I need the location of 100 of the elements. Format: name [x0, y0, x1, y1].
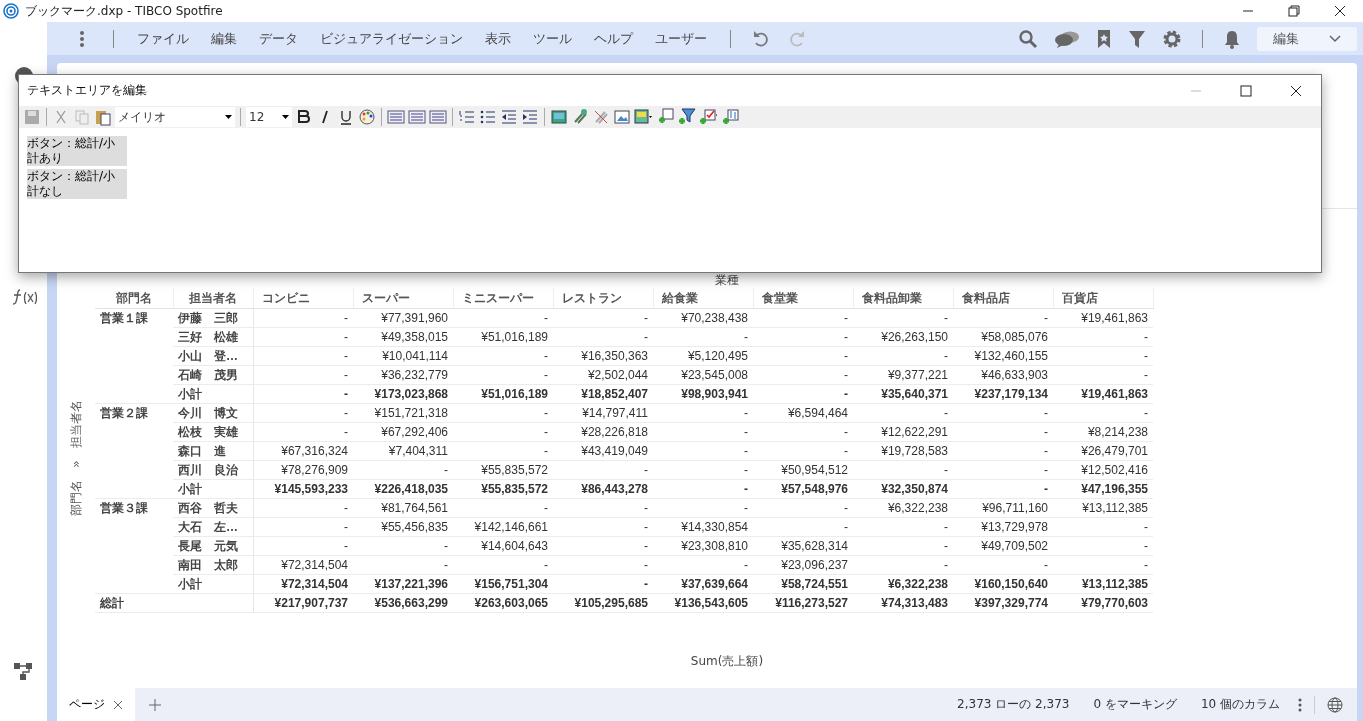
bookmark-icon[interactable]: [1096, 28, 1112, 49]
row-count: 2,373 ローの 2,373: [957, 696, 1070, 713]
axis-label[interactable]: 部門名 » 担当者名: [67, 400, 85, 516]
menu-item[interactable]: 表示: [474, 29, 522, 48]
table-cell: ¥14,797,411: [553, 403, 653, 423]
table-cell: ¥78,276,909: [253, 460, 353, 480]
table-cell: -: [953, 441, 1053, 461]
table-cell: -: [453, 308, 553, 328]
table-cell: -: [353, 460, 453, 480]
palette-icon[interactable]: [358, 108, 376, 126]
text-block[interactable]: ボタン：総計/小計なし: [27, 169, 127, 199]
function-icon[interactable]: [10, 288, 37, 306]
notification-icon[interactable]: [1223, 28, 1241, 49]
more-icon[interactable]: [79, 29, 85, 48]
marked-count: 0 をマーキング: [1093, 696, 1177, 713]
globe-icon[interactable]: [1327, 696, 1343, 713]
table-cell: -: [853, 403, 953, 423]
align-left-icon[interactable]: [387, 108, 405, 126]
add-page-icon[interactable]: [149, 698, 161, 711]
close-icon[interactable]: [1334, 5, 1346, 17]
row-header: 今川 博文: [173, 403, 253, 423]
table-cell: -: [853, 308, 953, 328]
align-center-icon[interactable]: [408, 108, 426, 126]
hierarchy-icon[interactable]: [13, 661, 33, 681]
table-cell: ¥26,263,150: [853, 327, 953, 347]
maximize-icon[interactable]: [1240, 84, 1252, 97]
column-header: ミニスーパー: [453, 288, 553, 309]
font-select[interactable]: メイリオ: [115, 107, 235, 127]
table-cell: -: [253, 365, 353, 385]
menu-item[interactable]: ユーザー: [644, 29, 718, 48]
link-icon[interactable]: [571, 108, 589, 126]
unlink-icon[interactable]: [592, 108, 610, 126]
add-sort-icon[interactable]: [722, 108, 742, 126]
menu-item[interactable]: ファイル: [126, 29, 200, 48]
table-cell: -: [453, 422, 553, 442]
filter-icon[interactable]: [1128, 28, 1146, 49]
table-cell: -: [853, 517, 953, 537]
table-cell: -: [553, 536, 653, 556]
table-cell: -: [753, 365, 853, 385]
table-cell: ¥35,628,314: [753, 536, 853, 556]
table-cell: -: [653, 403, 753, 423]
table-cell: ¥105,295,685: [553, 593, 653, 613]
table-cell: -: [253, 536, 353, 556]
table-cell: ¥156,751,304: [453, 574, 553, 594]
menu-item[interactable]: ヘルプ: [583, 29, 644, 48]
table-cell: ¥26,479,701: [1053, 441, 1153, 461]
paste-icon[interactable]: [94, 108, 112, 126]
bullet-list-icon[interactable]: [479, 108, 497, 126]
table-cell: -: [653, 555, 753, 575]
align-right-icon[interactable]: [429, 108, 447, 126]
table-cell: ¥160,150,640: [953, 574, 1053, 594]
text-block[interactable]: ボタン：総計/小計あり: [27, 136, 127, 166]
settings-icon[interactable]: [1162, 28, 1182, 49]
table-cell: ¥10,041,114: [353, 346, 453, 366]
bold-icon[interactable]: [295, 108, 313, 126]
table-cell: ¥50,954,512: [753, 460, 853, 480]
undo-icon[interactable]: [751, 28, 771, 49]
row-header: 南田 太郎: [173, 555, 253, 575]
table-cell: ¥132,460,155: [953, 346, 1053, 366]
menu-item[interactable]: データ: [248, 29, 309, 48]
table-cell: ¥5,120,495: [653, 346, 753, 366]
table-cell: ¥536,663,299: [353, 593, 453, 613]
table-cell: ¥67,316,324: [253, 441, 353, 461]
indent-icon[interactable]: [521, 108, 539, 126]
table-cell: ¥55,835,572: [453, 460, 553, 480]
menu-item[interactable]: ビジュアライゼーション: [309, 29, 474, 48]
table-cell: -: [953, 403, 1053, 423]
add-filter-icon[interactable]: [678, 108, 696, 126]
row-header: 大石 左…: [173, 517, 253, 537]
close-icon[interactable]: [1290, 84, 1302, 97]
mode-dropdown[interactable]: 編集: [1257, 26, 1357, 51]
add-checkbox-icon[interactable]: [699, 108, 719, 126]
row-header: 伊藤 三郎: [173, 308, 253, 328]
table-cell: ¥14,330,854: [653, 517, 753, 537]
chat-icon[interactable]: [1054, 29, 1080, 48]
more-icon[interactable]: [1298, 697, 1302, 712]
table-cell: ¥226,418,035: [353, 479, 453, 499]
page-tab[interactable]: ページ: [57, 688, 135, 721]
table-cell: ¥74,313,483: [853, 593, 953, 613]
table-cell: -: [753, 498, 853, 518]
picture-frame-icon[interactable]: [613, 108, 631, 126]
menu-item[interactable]: ツール: [522, 29, 583, 48]
column-header: 食料品卸業: [853, 288, 953, 309]
column-count[interactable]: 10 個のカラム: [1200, 696, 1280, 713]
table-cell: ¥46,633,903: [953, 365, 1053, 385]
fill-color-icon[interactable]: [634, 108, 654, 126]
menu-item[interactable]: 編集: [200, 29, 248, 48]
table-cell: ¥32,350,874: [853, 479, 953, 499]
table-cell: -: [553, 308, 653, 328]
table-cell: ¥237,179,134: [953, 384, 1053, 404]
table-cell: -: [653, 327, 753, 347]
outdent-icon[interactable]: [500, 108, 518, 126]
row-header: 西川 良治: [173, 460, 253, 480]
table-cell: ¥6,322,238: [853, 498, 953, 518]
axis-label[interactable]: Sum(売上額): [690, 653, 764, 670]
font-size-select[interactable]: 12: [246, 107, 292, 127]
image-icon[interactable]: [550, 108, 568, 126]
table-cell: -: [253, 517, 353, 537]
restore-icon[interactable]: [1288, 5, 1300, 17]
search-icon[interactable]: [1018, 28, 1038, 49]
